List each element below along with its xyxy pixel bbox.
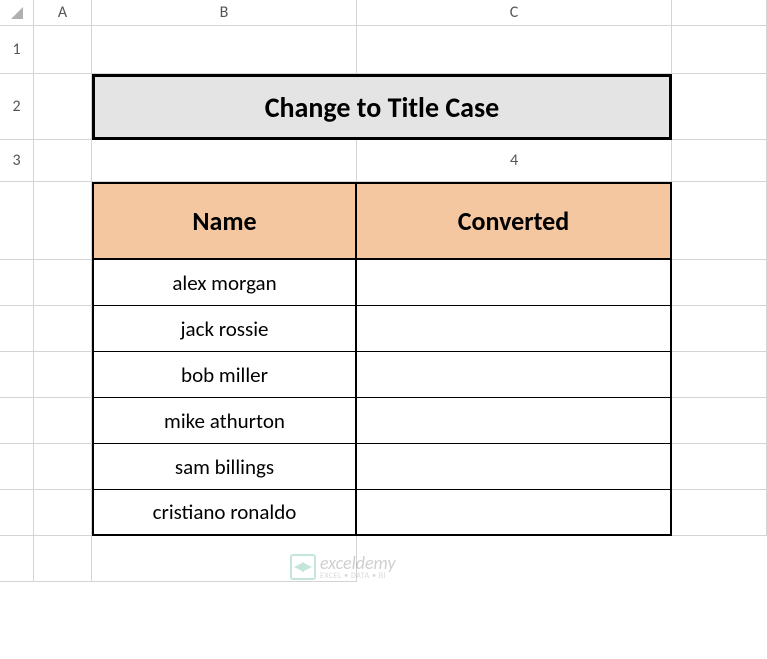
data-table: Name Converted alex morgan jack rossie b… <box>92 182 672 536</box>
cell-a10[interactable] <box>672 444 767 490</box>
converted-cell[interactable] <box>357 352 672 398</box>
watermark-icon <box>290 554 316 580</box>
cell-b8[interactable] <box>0 398 34 444</box>
col-header-b[interactable]: B <box>92 0 357 26</box>
row-header-1[interactable]: 1 <box>0 26 34 74</box>
table-row: bob miller <box>92 352 672 398</box>
cell-a11[interactable] <box>672 490 767 536</box>
cell-c9[interactable] <box>34 444 92 490</box>
table-row: mike athurton <box>92 398 672 444</box>
name-cell[interactable]: jack rossie <box>92 306 357 352</box>
converted-cell[interactable] <box>357 398 672 444</box>
col-header-c[interactable]: C <box>357 0 672 26</box>
cell-c8[interactable] <box>34 398 92 444</box>
col-header-a[interactable]: A <box>34 0 92 26</box>
table-row: cristiano ronaldo <box>92 490 672 536</box>
name-cell[interactable]: sam billings <box>92 444 357 490</box>
table-row: alex morgan <box>92 260 672 306</box>
cell-extra1[interactable] <box>672 26 767 74</box>
cell-c4[interactable] <box>34 182 92 260</box>
row-header-4[interactable]: 4 <box>357 140 672 182</box>
converted-cell[interactable] <box>357 444 672 490</box>
converted-cell[interactable] <box>357 490 672 536</box>
watermark-main: exceldemy <box>320 554 396 572</box>
cell-a3[interactable] <box>34 140 92 182</box>
table-row: jack rossie <box>92 306 672 352</box>
cell-b9[interactable] <box>0 444 34 490</box>
col-header-extra[interactable] <box>672 0 767 26</box>
header-name[interactable]: Name <box>92 182 357 260</box>
name-cell[interactable]: cristiano ronaldo <box>92 490 357 536</box>
converted-cell[interactable] <box>357 260 672 306</box>
cell-c6[interactable] <box>34 306 92 352</box>
cell-b5[interactable] <box>0 260 34 306</box>
cell-b11[interactable] <box>0 536 34 582</box>
cell-a4[interactable] <box>672 140 767 182</box>
header-converted[interactable]: Converted <box>357 182 672 260</box>
cell-c11[interactable] <box>34 536 92 582</box>
cell-extra2[interactable] <box>672 74 767 140</box>
cell-b1[interactable] <box>92 26 357 74</box>
cell-extra3[interactable] <box>92 140 357 182</box>
watermark: exceldemy EXCEL • DATA • BI <box>290 554 396 580</box>
row-header-2[interactable]: 2 <box>0 74 34 140</box>
name-cell[interactable]: alex morgan <box>92 260 357 306</box>
cell-a7[interactable] <box>672 306 767 352</box>
cell-a2[interactable] <box>34 74 92 140</box>
cell-b4[interactable] <box>0 182 34 260</box>
cell-c10[interactable] <box>34 490 92 536</box>
cell-a1[interactable] <box>34 26 92 74</box>
cell-b7[interactable] <box>0 352 34 398</box>
cell-a9[interactable] <box>672 398 767 444</box>
table-header-row: Name Converted <box>92 182 672 260</box>
select-all-corner[interactable] <box>0 0 34 26</box>
table-row: sam billings <box>92 444 672 490</box>
cell-c1[interactable] <box>357 26 672 74</box>
cell-b6[interactable] <box>0 306 34 352</box>
cell-c5[interactable] <box>34 260 92 306</box>
watermark-text: exceldemy EXCEL • DATA • BI <box>320 554 396 580</box>
cell-a8[interactable] <box>672 352 767 398</box>
title-cell[interactable]: Change to Title Case <box>92 74 672 140</box>
cell-c7[interactable] <box>34 352 92 398</box>
row-header-3[interactable]: 3 <box>0 140 34 182</box>
name-cell[interactable]: bob miller <box>92 352 357 398</box>
name-cell[interactable]: mike athurton <box>92 398 357 444</box>
converted-cell[interactable] <box>357 306 672 352</box>
watermark-sub: EXCEL • DATA • BI <box>320 572 396 580</box>
cell-a6[interactable] <box>672 260 767 306</box>
cell-a5[interactable] <box>672 182 767 260</box>
cell-b10[interactable] <box>0 490 34 536</box>
